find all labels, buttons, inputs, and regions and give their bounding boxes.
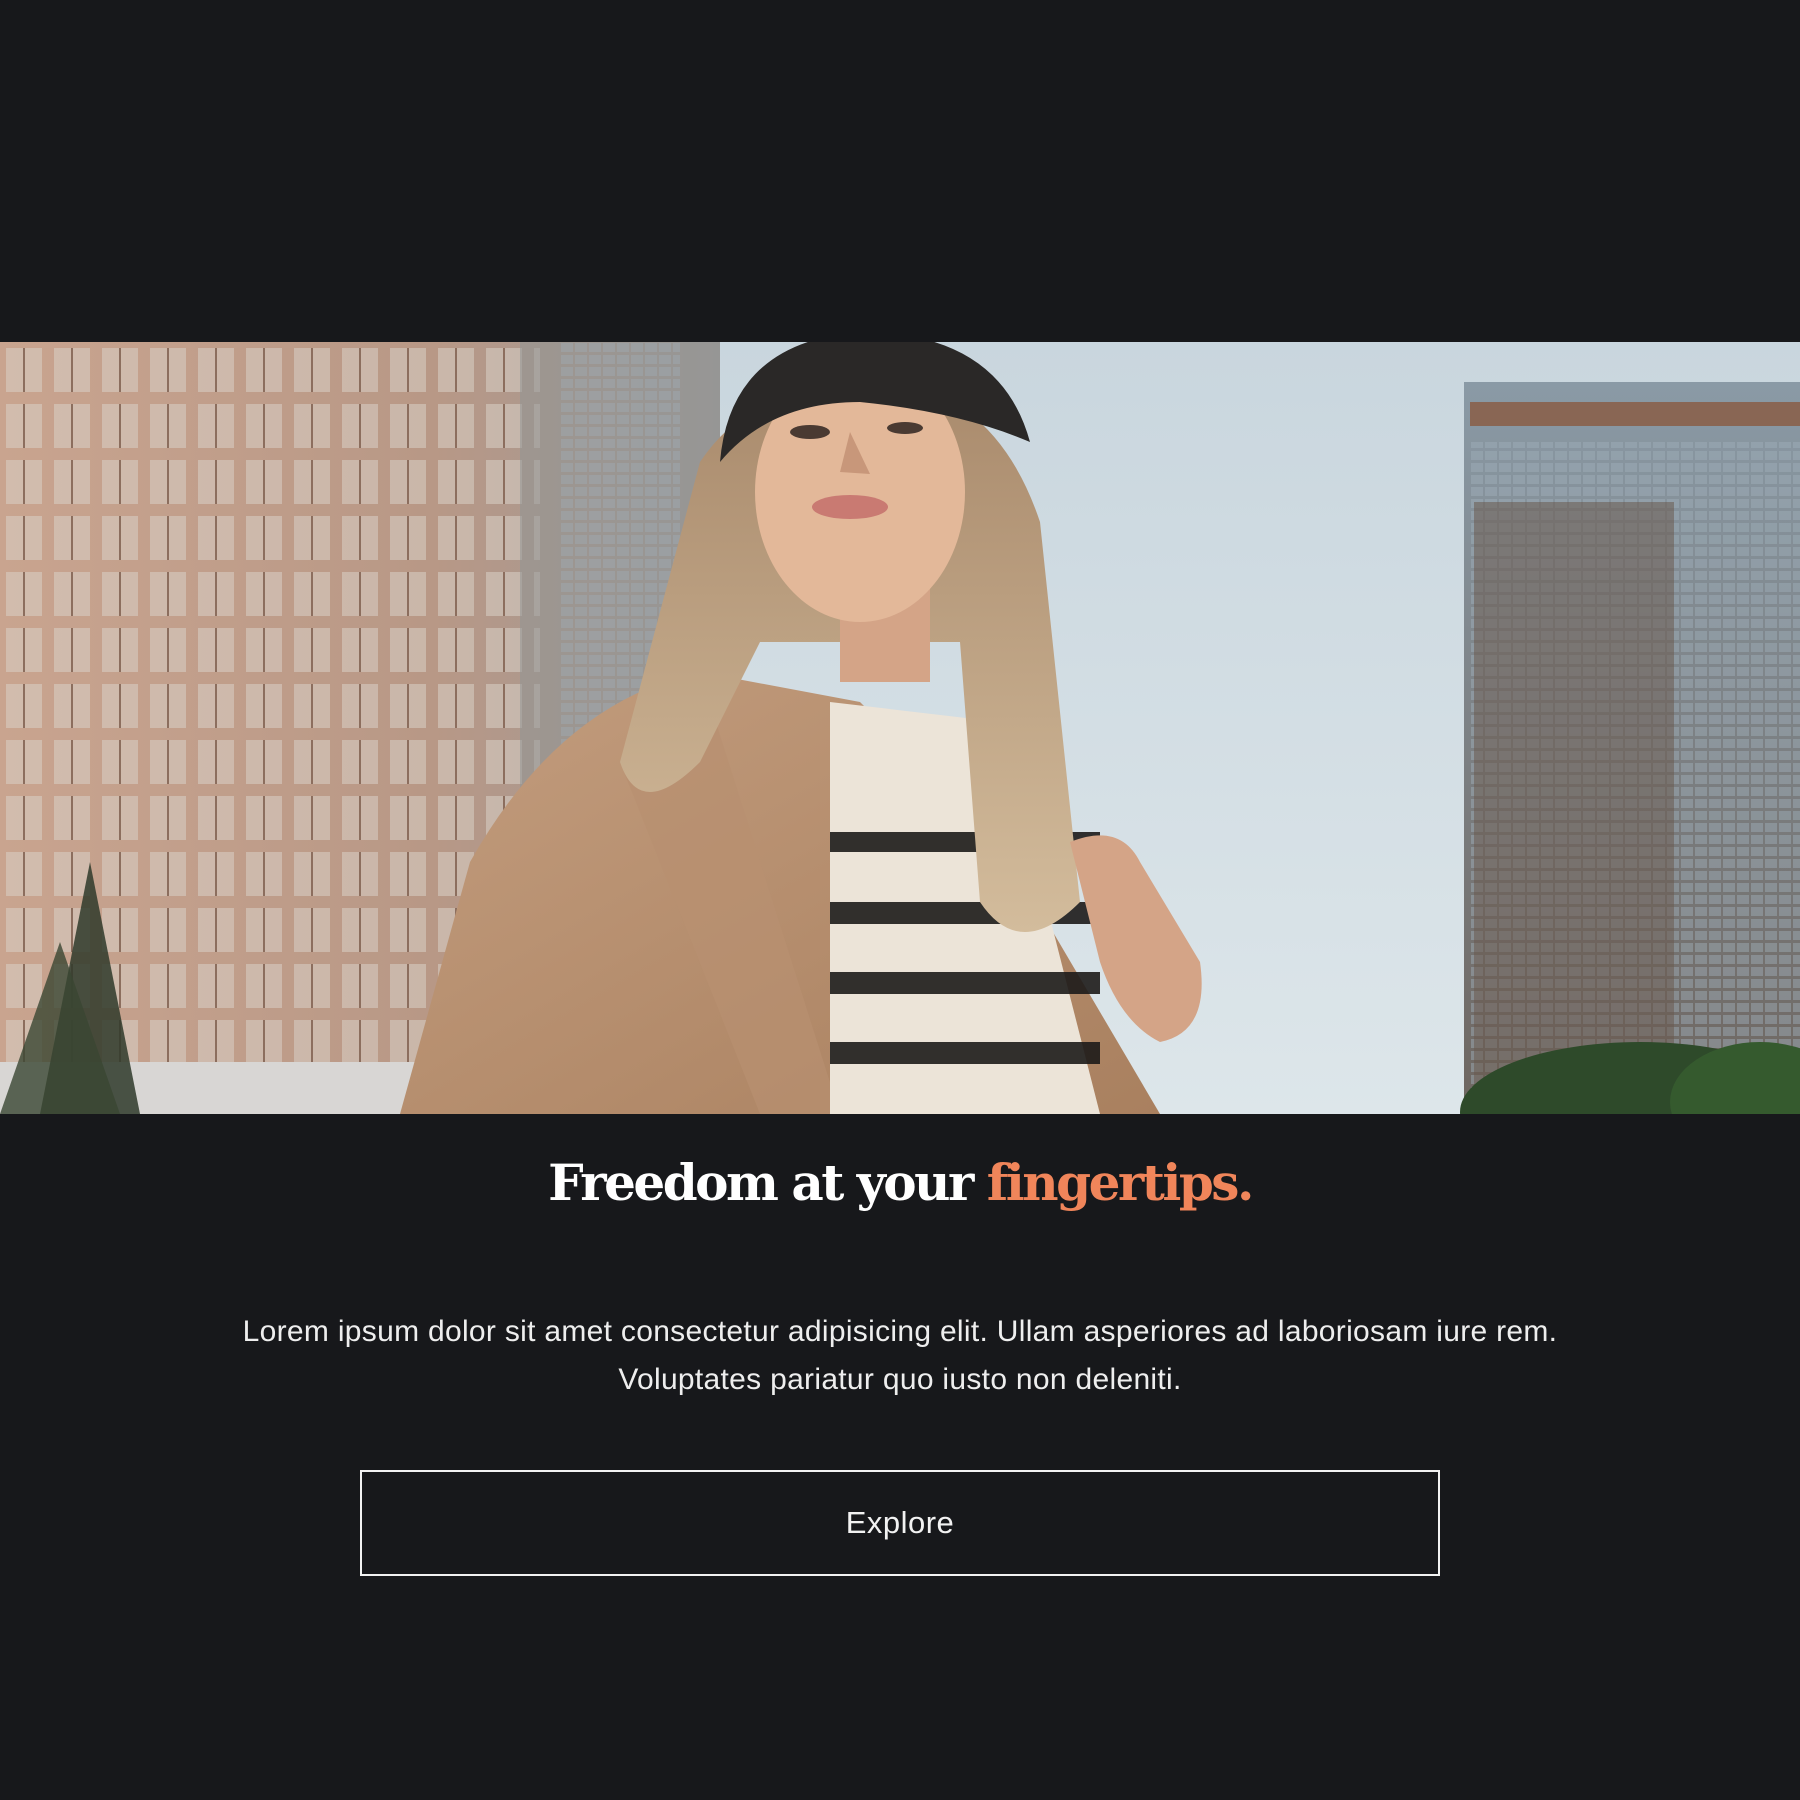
description: Lorem ipsum dolor sit amet consectetur a… — [100, 1308, 1700, 1404]
description-line-1: Lorem ipsum dolor sit amet consectetur a… — [242, 1315, 1558, 1348]
hero-photo — [0, 342, 1800, 1114]
headline: Freedom at your fingertips. — [0, 1148, 1800, 1218]
headline-accent: fingertips. — [986, 1153, 1255, 1212]
description-line-2: Voluptates pariatur quo iusto non deleni… — [618, 1363, 1182, 1396]
page: Freedom at your fingertips. Lorem ipsum … — [0, 0, 1800, 1800]
explore-button[interactable]: Explore — [360, 1470, 1440, 1576]
headline-main: Freedom at your — [548, 1153, 974, 1212]
hero-image — [0, 342, 1800, 1114]
